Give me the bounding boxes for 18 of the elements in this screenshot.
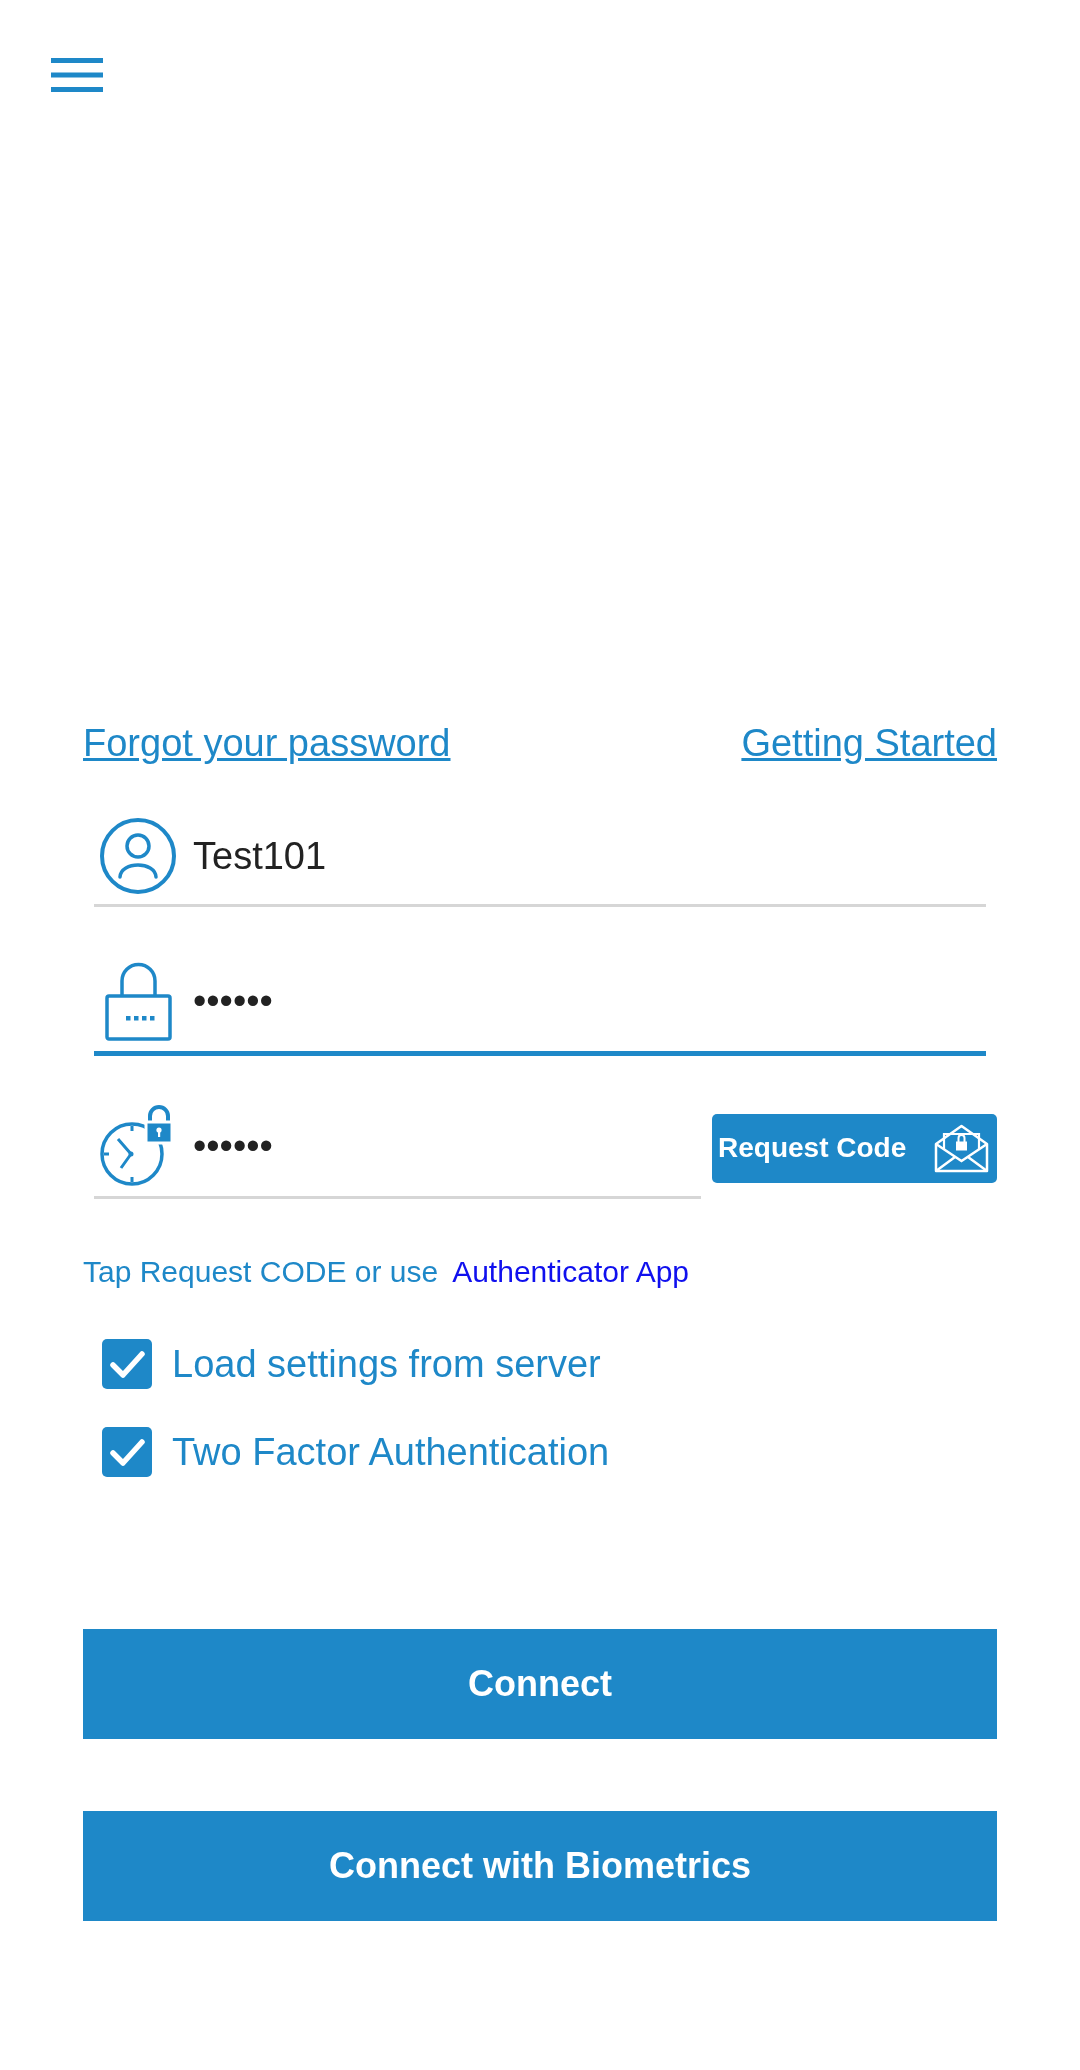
username-field[interactable]: Test101 (94, 810, 986, 907)
code-field[interactable]: •••••• (94, 1097, 701, 1199)
user-icon (100, 818, 176, 894)
checkbox[interactable] (102, 1339, 152, 1389)
checkbox[interactable] (102, 1427, 152, 1477)
checkbox-label: Two Factor Authentication (172, 1430, 610, 1475)
password-field[interactable]: •••••• (94, 953, 986, 1056)
connect-button[interactable]: Connect (83, 1629, 997, 1739)
text-link[interactable]: Getting Started (741, 720, 997, 766)
checkbox-label: Load settings from server (172, 1342, 601, 1387)
menu-icon[interactable] (51, 58, 103, 92)
padlock-icon (104, 961, 172, 1041)
hint-text: Tap Request CODE or use (83, 1254, 439, 1290)
request-code-button[interactable]: Request Code (712, 1113, 997, 1183)
biometrics-button[interactable]: Connect with Biometrics (83, 1811, 997, 1921)
envelope-padlock-icon (934, 1123, 989, 1173)
text-link[interactable]: Forgot your password (83, 720, 451, 766)
authenticator-link[interactable]: Authenticator App (452, 1254, 689, 1290)
